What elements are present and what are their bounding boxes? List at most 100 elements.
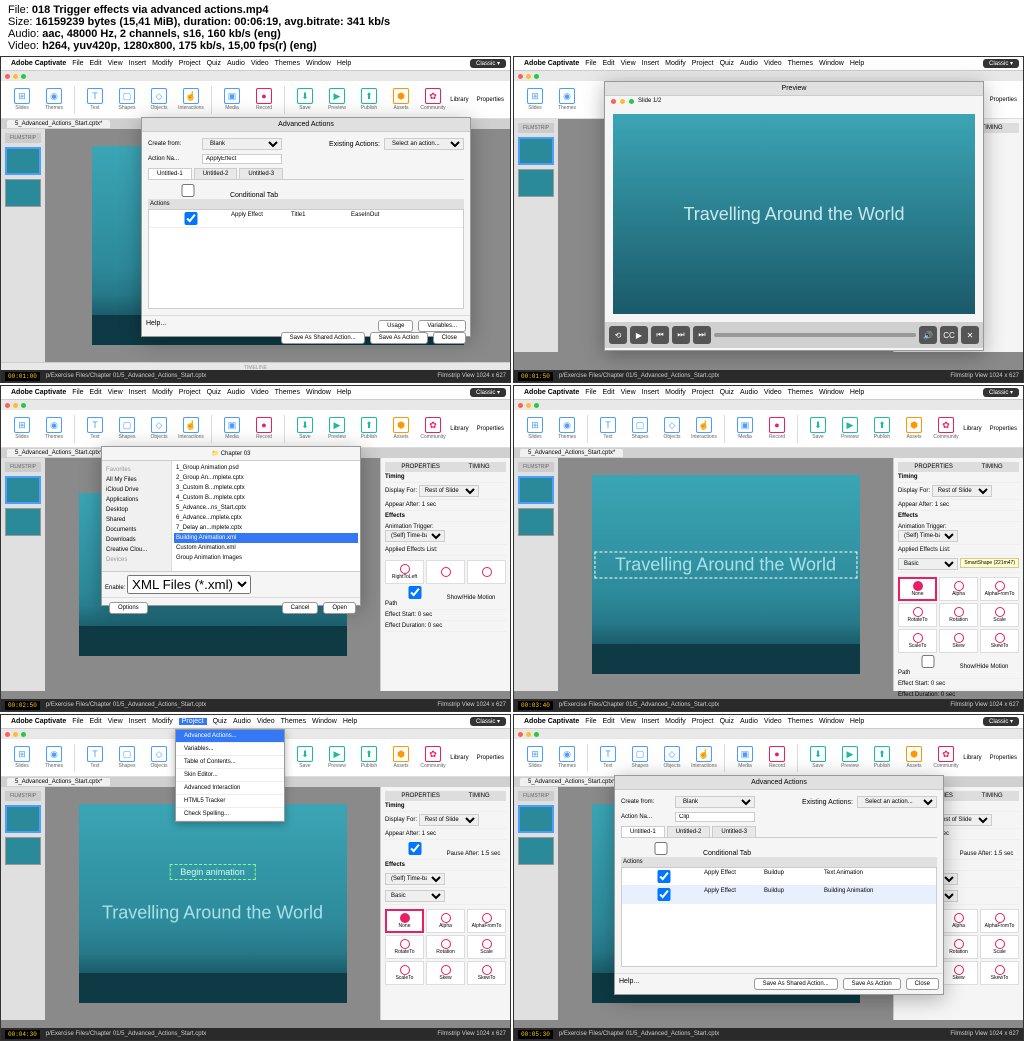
fx-righttoleft[interactable]: RightToLeft bbox=[385, 560, 424, 584]
fx-rotateto[interactable]: RotateTo bbox=[898, 603, 937, 627]
community-button[interactable]: ✿Community bbox=[418, 84, 448, 116]
workspace-selector[interactable]: Classic ▾ bbox=[470, 59, 506, 68]
menu-item-advanced-actions[interactable]: Advanced Actions... bbox=[176, 730, 284, 743]
file-list: 1_Group Animation.psd 2_Group An...mplet… bbox=[172, 461, 360, 571]
close-button[interactable]: Close bbox=[433, 332, 466, 344]
fx-rotation[interactable]: Rotation bbox=[939, 603, 978, 627]
interactions-button[interactable]: ☝Interactions bbox=[176, 84, 206, 116]
rewind-button[interactable]: ⟲ bbox=[609, 326, 627, 344]
slides-button[interactable]: ⊞Slides bbox=[7, 84, 37, 116]
menu-help[interactable]: Help bbox=[337, 60, 351, 67]
fx-alpha[interactable]: Alpha bbox=[939, 577, 978, 601]
trigger-select[interactable]: (Self) Time-based animation bbox=[385, 530, 445, 542]
file-type-select[interactable]: XML Files (*.xml) bbox=[127, 575, 251, 594]
menu-item-adv-interaction[interactable]: Advanced Interaction bbox=[176, 782, 284, 795]
menu-window[interactable]: Window bbox=[306, 60, 331, 67]
action-row[interactable]: Apply Effect Title1 EaseInOut bbox=[149, 210, 463, 228]
filmstrip-slide-2[interactable] bbox=[5, 179, 41, 207]
next-button[interactable]: ⏭ bbox=[672, 326, 690, 344]
cc-button[interactable]: CC bbox=[940, 326, 958, 344]
options-button[interactable]: Options bbox=[109, 602, 148, 614]
sidebar-desktop[interactable]: Desktop bbox=[106, 505, 167, 515]
usage-button[interactable]: Usage bbox=[378, 320, 413, 332]
menu-themes[interactable]: Themes bbox=[275, 60, 300, 67]
file-sidebar: Favorites All My Files iCloud Drive Appl… bbox=[102, 461, 172, 571]
save-action-button[interactable]: Save As Action bbox=[370, 332, 428, 344]
menu-quiz[interactable]: Quiz bbox=[207, 60, 221, 67]
fx-skew[interactable]: Skew bbox=[939, 629, 978, 653]
menu-item-skin[interactable]: Skin Editor... bbox=[176, 769, 284, 782]
doc-tab[interactable]: 5_Advanced_Actions_Start.cptx* bbox=[7, 120, 110, 128]
file-item[interactable]: 1_Group Animation.psd bbox=[174, 463, 358, 473]
help-link[interactable]: Help... bbox=[146, 320, 166, 327]
tab-untitled-1[interactable]: Untitled-1 bbox=[148, 168, 192, 179]
cancel-button[interactable]: Cancel bbox=[282, 602, 319, 614]
fx-none[interactable]: None bbox=[898, 577, 937, 601]
tab-untitled-2[interactable]: Untitled-2 bbox=[194, 168, 238, 179]
menu-modify[interactable]: Modify bbox=[152, 60, 173, 67]
menu-video[interactable]: Video bbox=[251, 60, 269, 67]
save-button[interactable]: ⬇Save bbox=[290, 84, 320, 116]
maximize-icon[interactable] bbox=[21, 74, 26, 79]
menu-item-toc[interactable]: Table of Contents... bbox=[176, 756, 284, 769]
sidebar-apps[interactable]: Applications bbox=[106, 495, 167, 505]
play-button[interactable]: ▶ bbox=[630, 326, 648, 344]
record-button[interactable]: ●Record bbox=[249, 84, 279, 116]
assets-button[interactable]: ⬢Assets bbox=[386, 84, 416, 116]
action-name-input[interactable] bbox=[202, 154, 282, 164]
end-button[interactable]: ⏭ bbox=[693, 326, 711, 344]
sidebar-all-files[interactable]: All My Files bbox=[106, 475, 167, 485]
fx-scaleto[interactable]: ScaleTo bbox=[898, 629, 937, 653]
volume-button[interactable]: 🔊 bbox=[919, 326, 937, 344]
themes-button[interactable]: ◉Themes bbox=[39, 84, 69, 116]
tab-untitled-3[interactable]: Untitled-3 bbox=[239, 168, 283, 179]
menubar: Adobe Captivate FileEditViewInsertModify… bbox=[514, 57, 1023, 71]
existing-actions-select[interactable]: Select an action... bbox=[384, 138, 464, 150]
objects-button[interactable]: ◇Objects bbox=[144, 84, 174, 116]
row-checkbox[interactable] bbox=[151, 212, 231, 225]
actions-grid: Apply Effect Title1 EaseInOut bbox=[148, 209, 464, 309]
begin-button[interactable]: Begin animation bbox=[169, 864, 256, 880]
menu-item-variables[interactable]: Variables... bbox=[176, 743, 284, 756]
create-from-select[interactable]: Blank bbox=[202, 138, 282, 150]
menu-view[interactable]: View bbox=[108, 60, 123, 67]
fx-scale[interactable]: Scale bbox=[980, 603, 1019, 627]
selected-text[interactable]: Travelling Around the World bbox=[594, 551, 857, 578]
exit-button[interactable]: ✕ bbox=[961, 326, 979, 344]
sidebar-downloads[interactable]: Downloads bbox=[106, 535, 167, 545]
close-icon[interactable] bbox=[5, 74, 10, 79]
variables-button[interactable]: Variables... bbox=[418, 320, 466, 332]
sidebar-icloud[interactable]: iCloud Drive bbox=[106, 485, 167, 495]
menu-insert[interactable]: Insert bbox=[129, 60, 147, 67]
fx-alphafromto[interactable]: AlphaFromTo bbox=[980, 577, 1019, 601]
media-button[interactable]: ▣Media bbox=[217, 84, 247, 116]
menu-edit[interactable]: Edit bbox=[90, 60, 102, 67]
menu-project[interactable]: Project bbox=[179, 60, 201, 67]
conditional-checkbox[interactable] bbox=[148, 184, 228, 197]
save-shared-button[interactable]: Save As Shared Action... bbox=[281, 332, 365, 344]
sidebar-documents[interactable]: Documents bbox=[106, 525, 167, 535]
minimize-icon[interactable] bbox=[13, 74, 18, 79]
file-item-selected[interactable]: Building Animation.xml bbox=[174, 533, 358, 543]
text-button[interactable]: TText bbox=[80, 84, 110, 116]
properties-tab[interactable]: Properties bbox=[477, 97, 504, 103]
menu-project-open[interactable]: Project bbox=[179, 718, 207, 725]
menu-audio[interactable]: Audio bbox=[227, 60, 245, 67]
fx-skewto[interactable]: SkewTo bbox=[980, 629, 1019, 653]
progress-bar[interactable] bbox=[714, 333, 916, 337]
prev-button[interactable]: ⏮ bbox=[651, 326, 669, 344]
filmstrip-slide-1[interactable] bbox=[5, 147, 41, 175]
preview-button[interactable]: ▶Preview bbox=[322, 84, 352, 116]
sidebar-shared[interactable]: Shared bbox=[106, 515, 167, 525]
menu-item-spelling[interactable]: Check Spelling... bbox=[176, 808, 284, 821]
open-button[interactable]: Open bbox=[323, 602, 356, 614]
sidebar-cc[interactable]: Creative Clou... bbox=[106, 545, 167, 555]
publish-button[interactable]: ⬆Publish bbox=[354, 84, 384, 116]
display-for-select[interactable]: Rest of Slide bbox=[419, 485, 479, 497]
timing-panel: PROPERTIESTIMING Timing Display For: Res… bbox=[380, 458, 510, 691]
menu-file[interactable]: File bbox=[72, 60, 83, 67]
action-tabs: Untitled-1 Untitled-2 Untitled-3 bbox=[148, 168, 464, 180]
library-tab[interactable]: Library bbox=[450, 97, 468, 103]
shapes-button[interactable]: ▢Shapes bbox=[112, 84, 142, 116]
menu-item-html5[interactable]: HTML5 Tracker bbox=[176, 795, 284, 808]
